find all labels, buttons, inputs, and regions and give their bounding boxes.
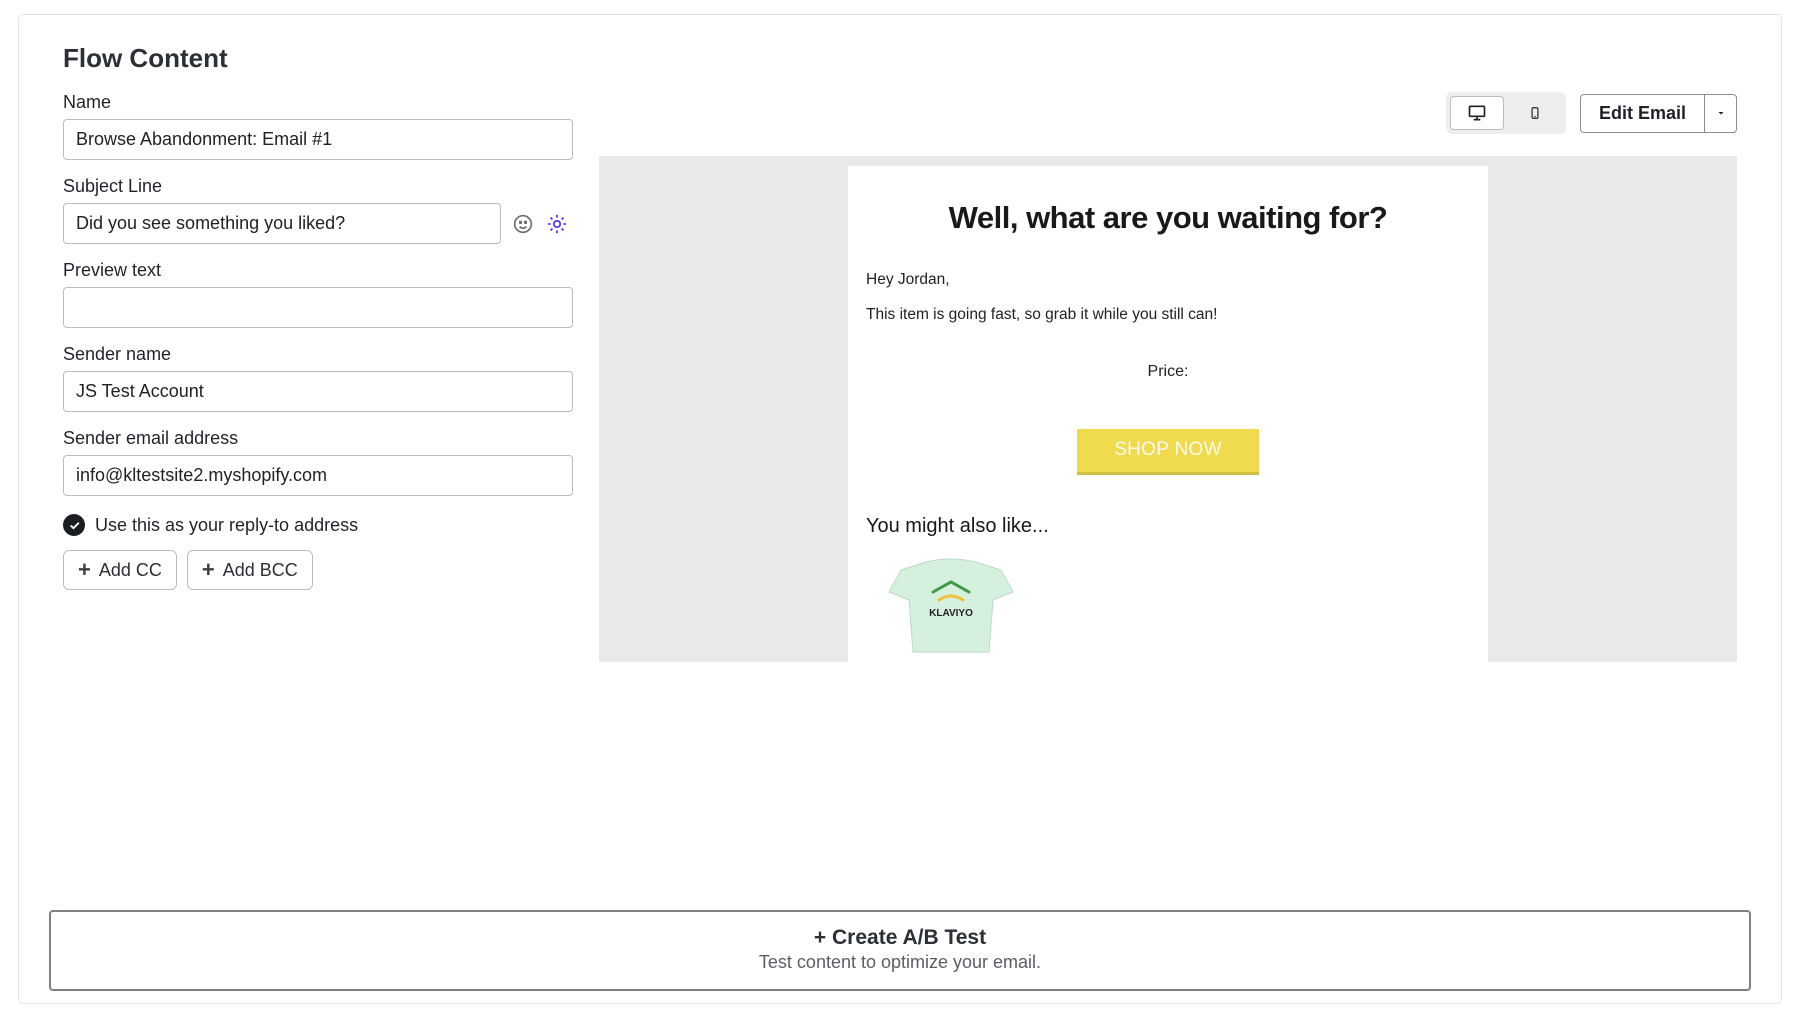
sender-name-label: Sender name: [63, 344, 573, 365]
mobile-view-button[interactable]: [1508, 96, 1562, 130]
email-preview: Well, what are you waiting for? Hey Jord…: [848, 166, 1488, 662]
desktop-view-button[interactable]: [1450, 96, 1504, 130]
shop-now-button[interactable]: SHOP NOW: [1077, 429, 1259, 475]
ab-test-subtitle: Test content to optimize your email.: [51, 952, 1749, 973]
reply-to-label: Use this as your reply-to address: [95, 515, 358, 536]
preview-price: Price:: [866, 363, 1470, 381]
check-icon: [63, 514, 85, 536]
preview-shell: Well, what are you waiting for? Hey Jord…: [599, 156, 1737, 662]
ab-test-title: + Create A/B Test: [51, 926, 1749, 950]
add-cc-label: Add CC: [99, 560, 162, 581]
name-label: Name: [63, 92, 573, 113]
emoji-icon[interactable]: [511, 212, 535, 236]
preview-text-label: Preview text: [63, 260, 573, 281]
ai-suggestion-icon[interactable]: [545, 212, 569, 236]
name-input[interactable]: [63, 119, 573, 160]
product-image: KLAVIYO: [866, 552, 1036, 662]
sender-name-input[interactable]: [63, 371, 573, 412]
form-column: Name Subject Line Preview text: [63, 92, 573, 662]
preview-text-input[interactable]: [63, 287, 573, 328]
sender-email-label: Sender email address: [63, 428, 573, 449]
add-bcc-button[interactable]: + Add BCC: [187, 550, 313, 590]
create-ab-test-button[interactable]: + Create A/B Test Test content to optimi…: [49, 910, 1751, 991]
sender-email-input[interactable]: [63, 455, 573, 496]
device-toggle: [1446, 92, 1566, 134]
reply-to-checkbox[interactable]: Use this as your reply-to address: [63, 514, 573, 536]
subject-label: Subject Line: [63, 176, 573, 197]
add-cc-button[interactable]: + Add CC: [63, 550, 177, 590]
edit-email-button[interactable]: Edit Email: [1580, 94, 1705, 133]
also-like-heading: You might also like...: [866, 515, 1470, 538]
mobile-icon: [1528, 103, 1542, 123]
preview-greeting: Hey Jordan,: [866, 268, 1470, 291]
preview-headline: Well, what are you waiting for?: [866, 200, 1470, 236]
subject-input[interactable]: [63, 203, 501, 244]
desktop-icon: [1466, 103, 1488, 123]
product-brand-text: KLAVIYO: [929, 608, 973, 619]
chevron-down-icon: [1715, 107, 1727, 119]
edit-email-dropdown[interactable]: [1705, 94, 1737, 133]
preview-column: Edit Email Well, what are you waiting fo…: [599, 92, 1737, 662]
plus-icon: +: [78, 559, 91, 581]
flow-content-panel: Flow Content Name Subject Line: [18, 14, 1782, 1004]
add-bcc-label: Add BCC: [223, 560, 298, 581]
page-title: Flow Content: [63, 43, 1737, 74]
plus-icon: +: [202, 559, 215, 581]
preview-body-line: This item is going fast, so grab it whil…: [866, 303, 1470, 326]
